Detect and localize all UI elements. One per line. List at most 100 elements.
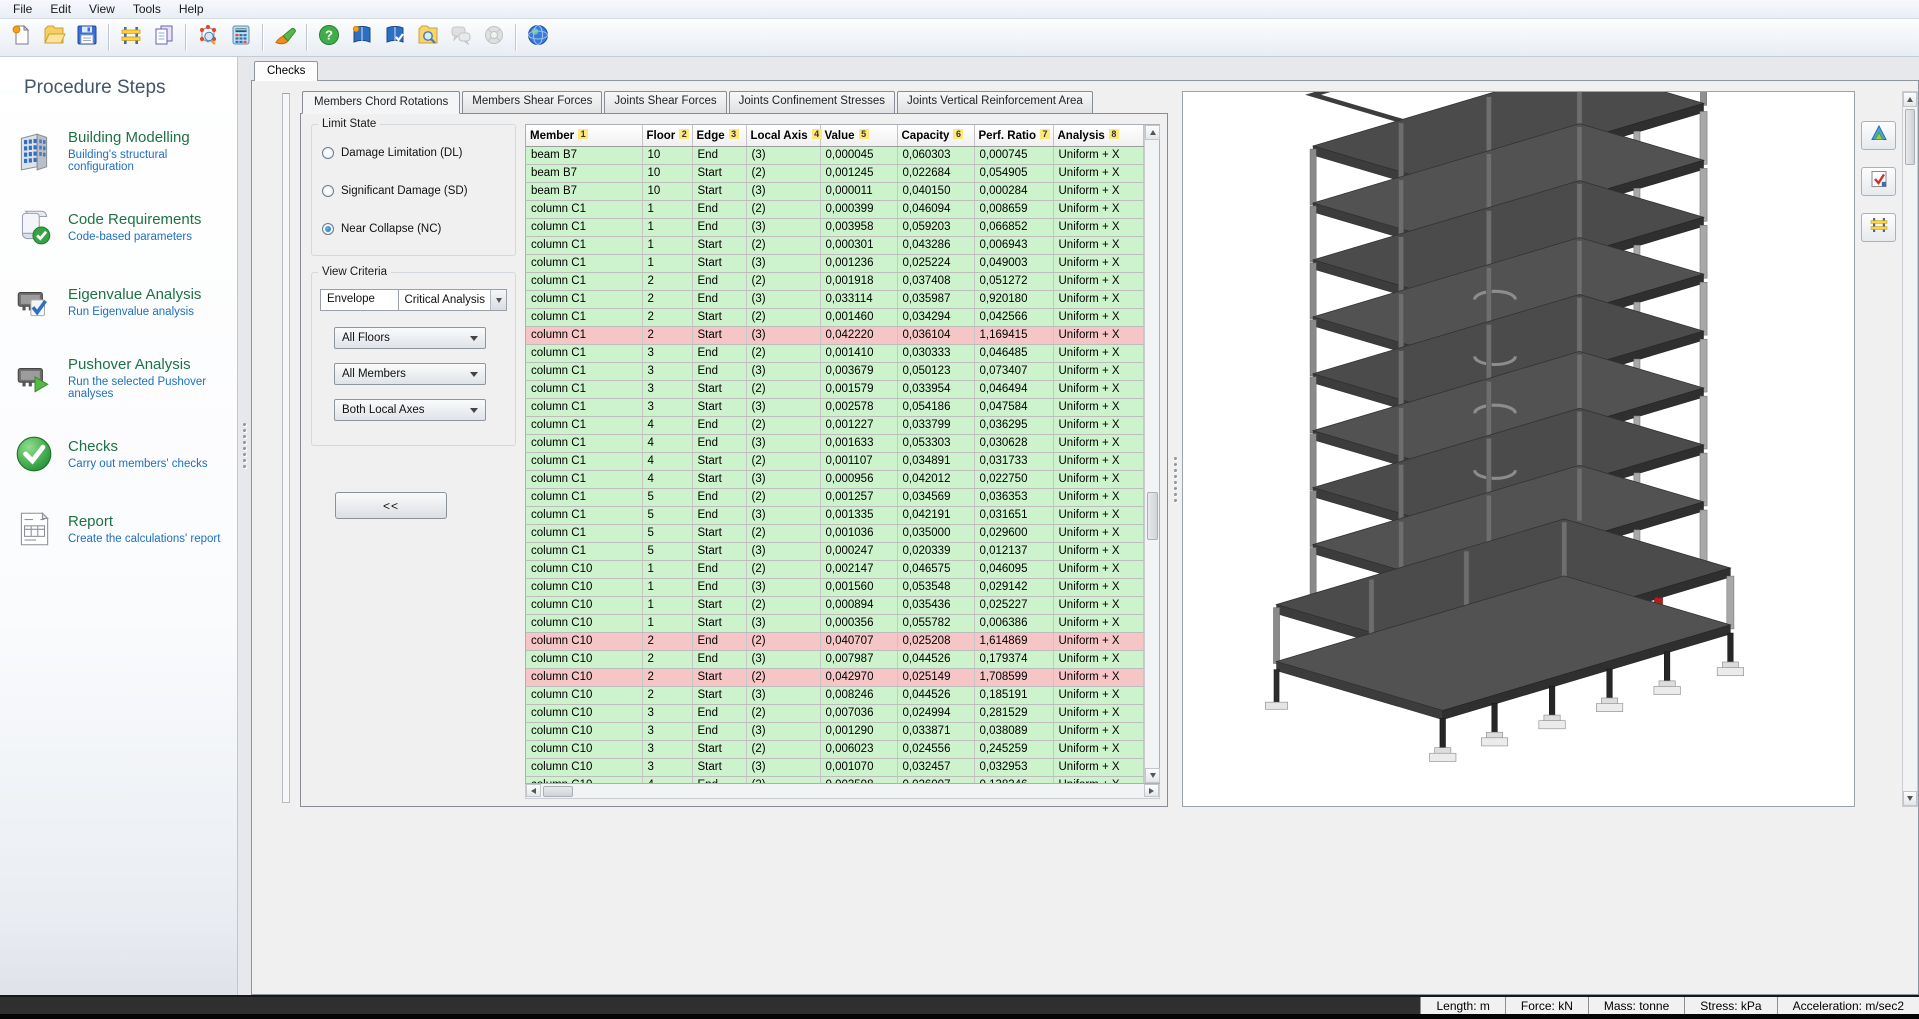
table-row[interactable]: column C103End(3)0,0012900,0338710,03808…	[526, 722, 1144, 740]
radio-near-collapse[interactable]: Near Collapse (NC)	[322, 223, 505, 235]
column-header-capacity[interactable]: Capacity6	[897, 125, 974, 146]
table-row[interactable]: column C104End(2)0,0035980,0260070,13834…	[526, 776, 1144, 783]
table-row[interactable]: column C103End(2)0,0070360,0249940,28152…	[526, 704, 1144, 722]
table-row[interactable]: beam B710End(3)0,0000450,0603030,000745U…	[526, 146, 1144, 164]
sidebar-item-code-requirements[interactable]: Code RequirementsCode-based parameters	[0, 198, 237, 256]
sidebar-item-building-modelling[interactable]: Building ModellingBuilding's structural …	[0, 121, 237, 181]
model-viewport[interactable]	[1182, 91, 1855, 807]
table-row[interactable]: column C101Start(2)0,0008940,0354360,025…	[526, 596, 1144, 614]
calculator-button[interactable]	[225, 22, 256, 53]
book-check-button[interactable]	[379, 22, 410, 53]
sidebar-item-checks[interactable]: ChecksCarry out members' checks	[0, 425, 237, 483]
new-document-button[interactable]	[5, 22, 36, 53]
table-row[interactable]: column C15Start(2)0,0010360,0350000,0296…	[526, 524, 1144, 542]
table-viewport-splitter[interactable]	[1168, 91, 1182, 807]
tab-checks[interactable]: Checks	[254, 61, 318, 81]
radio-damage-limitation[interactable]: Damage Limitation (DL)	[322, 147, 505, 159]
table-row[interactable]: column C12Start(3)0,0422200,0361041,1694…	[526, 326, 1144, 344]
menu-item-edit[interactable]: Edit	[41, 0, 80, 18]
table-row[interactable]: column C101End(3)0,0015600,0535480,02914…	[526, 578, 1144, 596]
documents-button[interactable]	[148, 22, 179, 53]
table-row[interactable]: column C13End(3)0,0036790,0501230,073407…	[526, 362, 1144, 380]
table-row[interactable]: column C102End(3)0,0079870,0445260,17937…	[526, 650, 1144, 668]
help-button[interactable]: ?	[313, 22, 344, 53]
tab-joints-vertical-reinforcement-area[interactable]: Joints Vertical Reinforcement Area	[897, 91, 1093, 114]
scroll-down-button[interactable]	[1145, 768, 1160, 783]
scroll-right-button[interactable]	[1144, 784, 1159, 797]
table-row[interactable]: column C13Start(2)0,0015790,0339540,0464…	[526, 380, 1144, 398]
menu-item-tools[interactable]: Tools	[124, 0, 170, 18]
critical-analysis-select[interactable]: Critical Analysis	[399, 289, 507, 311]
table-row[interactable]: column C11End(3)0,0039580,0592030,066852…	[526, 218, 1144, 236]
menu-item-file[interactable]: File	[4, 0, 41, 18]
column-header-value[interactable]: Value5	[820, 125, 897, 146]
menu-item-view[interactable]: View	[80, 0, 124, 18]
scroll-up-button[interactable]	[1145, 125, 1160, 140]
table-row[interactable]: column C12Start(2)0,0014600,0342940,0425…	[526, 308, 1144, 326]
save-button[interactable]	[71, 22, 102, 53]
collapsed-panel-strip[interactable]	[282, 93, 290, 803]
table-row[interactable]: column C11End(2)0,0003990,0460940,008659…	[526, 200, 1144, 218]
viewport-vertical-scrollbar[interactable]	[1902, 91, 1918, 807]
chat-button[interactable]	[445, 22, 476, 53]
menu-item-help[interactable]: Help	[170, 0, 213, 18]
sidebar-splitter[interactable]	[238, 57, 251, 995]
sidebar-item-eigenvalue-analysis[interactable]: Eigenvalue AnalysisRun Eigenvalue analys…	[0, 273, 237, 331]
members-select[interactable]: All Members	[334, 363, 486, 385]
column-header-analysis[interactable]: Analysis8	[1053, 125, 1144, 146]
tab-members-chord-rotations[interactable]: Members Chord Rotations	[302, 91, 460, 114]
scroll-down-button[interactable]	[1903, 791, 1917, 806]
table-row[interactable]: column C14End(3)0,0016330,0533030,030628…	[526, 434, 1144, 452]
verify-button[interactable]	[1861, 167, 1896, 196]
column-header-perf-ratio[interactable]: Perf. Ratio7	[974, 125, 1053, 146]
frame-view-button[interactable]	[1861, 213, 1896, 242]
table-row[interactable]: column C13Start(3)0,0025780,0541860,0475…	[526, 398, 1144, 416]
column-header-edge[interactable]: Edge3	[692, 125, 746, 146]
column-header-local-axis[interactable]: Local Axis4	[746, 125, 820, 146]
legend-button[interactable]	[1861, 121, 1896, 150]
axes-select[interactable]: Both Local Axes	[334, 399, 486, 421]
scrollbar-thumb[interactable]	[543, 786, 573, 797]
table-row[interactable]: column C103Start(3)0,0010700,0324570,032…	[526, 758, 1144, 776]
table-row[interactable]: column C102Start(2)0,0429700,0251491,708…	[526, 668, 1144, 686]
scroll-left-button[interactable]	[526, 784, 541, 797]
scrollbar-thumb[interactable]	[1905, 109, 1915, 165]
table-row[interactable]: column C101Start(3)0,0003560,0557820,006…	[526, 614, 1144, 632]
table-row[interactable]: column C15End(3)0,0013350,0421910,031651…	[526, 506, 1144, 524]
open-folder-button[interactable]	[38, 22, 69, 53]
frame-model-button[interactable]	[115, 22, 146, 53]
scroll-up-button[interactable]	[1903, 92, 1917, 107]
table-row[interactable]: column C103Start(2)0,0060230,0245560,245…	[526, 740, 1144, 758]
table-row[interactable]: column C11Start(2)0,0003010,0432860,0069…	[526, 236, 1144, 254]
table-row[interactable]: column C13End(2)0,0014100,0303330,046485…	[526, 344, 1144, 362]
table-row[interactable]: column C14Start(3)0,0009560,0420120,0227…	[526, 470, 1144, 488]
table-row[interactable]: beam B710Start(3)0,0000110,0401500,00028…	[526, 182, 1144, 200]
tab-joints-confinement-stresses[interactable]: Joints Confinement Stresses	[729, 91, 895, 114]
column-header-floor[interactable]: Floor2	[642, 125, 692, 146]
sidebar-item-pushover-analysis[interactable]: Pushover AnalysisRun the selected Pushov…	[0, 348, 237, 408]
radio-significant-damage[interactable]: Significant Damage (SD)	[322, 185, 505, 197]
collapse-panel-button[interactable]: <<	[335, 492, 447, 519]
globe-button[interactable]	[522, 22, 553, 53]
table-row[interactable]: column C12End(2)0,0019180,0374080,051272…	[526, 272, 1144, 290]
support-button[interactable]	[478, 22, 509, 53]
table-row[interactable]: column C11Start(3)0,0012360,0252240,0490…	[526, 254, 1144, 272]
brush-button[interactable]	[269, 22, 300, 53]
table-row[interactable]: column C14End(2)0,0012270,0337990,036295…	[526, 416, 1144, 434]
model-viewer-button[interactable]	[192, 22, 223, 53]
folder-search-button[interactable]	[412, 22, 443, 53]
table-row[interactable]: column C101End(2)0,0021470,0465750,04609…	[526, 560, 1144, 578]
table-row[interactable]: beam B710Start(2)0,0012450,0226840,05490…	[526, 164, 1144, 182]
table-row[interactable]: column C15Start(3)0,0002470,0203390,0121…	[526, 542, 1144, 560]
tab-joints-shear-forces[interactable]: Joints Shear Forces	[604, 91, 726, 114]
scrollbar-thumb[interactable]	[1147, 492, 1158, 540]
table-row[interactable]: column C12End(3)0,0331140,0359870,920180…	[526, 290, 1144, 308]
column-header-member[interactable]: Member1	[526, 125, 642, 146]
floors-select[interactable]: All Floors	[334, 327, 486, 349]
sidebar-item-report[interactable]: ReportCreate the calculations' report	[0, 500, 237, 558]
table-row[interactable]: column C14Start(2)0,0011070,0348910,0317…	[526, 452, 1144, 470]
table-row[interactable]: column C102End(2)0,0407070,0252081,61486…	[526, 632, 1144, 650]
table-row[interactable]: column C102Start(3)0,0082460,0445260,185…	[526, 686, 1144, 704]
table-vertical-scrollbar[interactable]	[1144, 125, 1159, 783]
table-horizontal-scrollbar[interactable]	[525, 784, 1160, 799]
